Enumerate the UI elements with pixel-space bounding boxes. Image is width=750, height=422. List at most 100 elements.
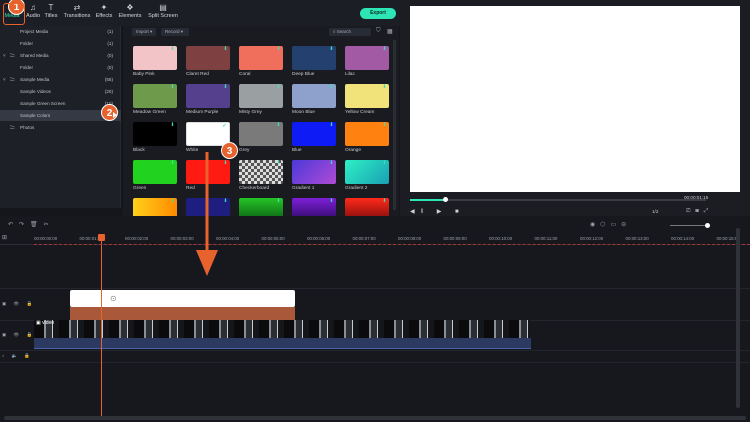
tab-split-screen[interactable]: ▤ Split Screen — [145, 2, 181, 24]
color-tile[interactable]: ⬇ — [345, 84, 389, 108]
color-tile[interactable]: ⬇ — [345, 46, 389, 70]
color-tile-label: Moon Blue — [292, 110, 315, 115]
track-1-controls[interactable]: ▣ 👁 🔒 — [2, 332, 35, 338]
color-tile[interactable]: ⬇ — [345, 160, 389, 184]
zoom-slider-handle[interactable] — [705, 223, 710, 228]
download-icon[interactable]: ⬇ — [276, 161, 281, 166]
download-icon[interactable]: ⬇ — [223, 161, 228, 166]
import-dropdown[interactable]: Import ▾ — [132, 28, 156, 36]
playhead-handle[interactable] — [98, 234, 105, 241]
download-icon[interactable]: ⬇ — [329, 85, 334, 90]
ruler-tick-label: 00:00:08:00 — [398, 236, 422, 241]
download-icon[interactable]: ⬇ — [170, 47, 175, 52]
tree-item[interactable]: 🗀 Photos — [0, 122, 121, 133]
color-tile[interactable]: ⬇ — [292, 160, 336, 184]
video-clip[interactable]: ▣ video — [34, 320, 531, 338]
tab-transitions[interactable]: ⇄ Transitions — [62, 2, 92, 24]
download-icon[interactable]: ⬇ — [170, 85, 175, 90]
preview-screen — [410, 6, 740, 192]
drag-arrow — [196, 152, 218, 276]
timeline-playhead[interactable] — [101, 234, 102, 418]
color-tile[interactable]: ⬇ — [239, 160, 283, 184]
zoom-slider[interactable] — [670, 225, 710, 226]
tree-item-label: Sample Colors — [20, 113, 51, 118]
tree-item[interactable]: Project Media (1) — [0, 26, 121, 37]
quality-select[interactable]: 1/2 — [652, 209, 658, 214]
timeline-toolbar-icons[interactable]: ↶↷🗑✂ — [8, 221, 55, 228]
filter-icon[interactable]: ⛉ — [376, 28, 381, 35]
chevron-down-icon[interactable]: ˅ — [3, 50, 6, 61]
download-icon[interactable]: ⬇ — [276, 85, 281, 90]
download-icon[interactable]: ⬇ — [170, 199, 175, 204]
download-icon[interactable]: ⬇ — [382, 123, 387, 128]
ruler-tick-label: 00:00:00:00 — [34, 236, 58, 241]
clip-cursor-icon: ⊙ — [110, 294, 117, 303]
download-icon[interactable]: ⬇ — [223, 85, 228, 90]
preview-playhead[interactable] — [443, 197, 448, 202]
audio-track-controls[interactable]: ♪ 🔈 🔒 — [2, 353, 33, 359]
color-tile[interactable]: ⬇ — [186, 84, 230, 108]
download-icon[interactable]: ⬇ — [223, 199, 228, 204]
tab-effects[interactable]: ✦ Effects — [93, 2, 115, 24]
color-tile[interactable]: ⬇ — [345, 122, 389, 146]
download-icon[interactable]: ⬇ — [329, 161, 334, 166]
color-tile[interactable]: ⬇ — [133, 160, 177, 184]
track-2-controls[interactable]: ▣ 👁 🔒 — [2, 301, 35, 307]
download-icon[interactable]: ⬇ — [382, 85, 387, 90]
white-color-clip[interactable] — [70, 290, 295, 307]
download-icon[interactable]: ⬇ — [329, 199, 334, 204]
record-dropdown[interactable]: Record ▾ — [161, 28, 189, 36]
tree-item[interactable]: Sample Videos (20) — [0, 86, 121, 97]
color-tile[interactable]: ⬇ — [133, 84, 177, 108]
preview-tools-icons[interactable]: ⎚◙⤢ — [686, 208, 713, 215]
expand-arrow-icon[interactable] — [113, 112, 117, 118]
download-icon[interactable]: ⬇ — [170, 161, 175, 166]
color-tile[interactable]: ⬇ — [292, 122, 336, 146]
download-icon[interactable]: ⬇ — [382, 161, 387, 166]
color-tile[interactable]: ⬇ — [292, 84, 336, 108]
color-tile[interactable]: ✔ — [186, 122, 230, 146]
download-icon[interactable]: ⬇ — [170, 123, 175, 128]
playback-controls[interactable]: ◀‖ ▶ ■ — [410, 208, 465, 215]
download-icon[interactable]: ⬇ — [276, 47, 281, 52]
preview-progress-track[interactable] — [410, 199, 706, 201]
color-tile-label: Medium Purple — [186, 110, 219, 115]
chevron-down-icon[interactable]: ˅ — [3, 74, 6, 85]
tab-audio[interactable]: ♫ Audio — [24, 2, 42, 24]
tree-item[interactable]: ˅ 🗀 Sample Media (55) — [0, 74, 121, 85]
export-button[interactable]: Export — [360, 8, 396, 19]
color-tile[interactable]: ⬇ — [186, 46, 230, 70]
download-icon[interactable]: ⬇ — [276, 123, 281, 128]
media-tab-highlight — [3, 3, 25, 25]
timeline-vertical-scrollbar[interactable] — [736, 228, 740, 408]
tab-titles[interactable]: T Titles — [42, 2, 60, 24]
download-icon[interactable]: ⬇ — [382, 47, 387, 52]
timeline-scrollbar[interactable] — [4, 416, 746, 420]
color-tile[interactable]: ⬇ — [133, 122, 177, 146]
color-tile[interactable]: ⬇ — [239, 46, 283, 70]
preview-panel: 00:00:01:15 ◀‖ ▶ ■ 1/2 ⎚◙⤢ — [400, 0, 750, 222]
editor-window: 🗀Media♫AudioTTitles⇄Transitions✦Effects❖… — [0, 0, 750, 422]
timeline-panel: ↶↷🗑✂ ◉⬡▭⊖ ⊞ 00:00:00:00 00:00:01:00 00:00:… — [0, 216, 750, 422]
grid-view-icon[interactable]: ▦ — [387, 28, 393, 35]
tree-item[interactable]: Folder (1) — [0, 38, 121, 49]
grid-scrollbar[interactable] — [393, 40, 396, 210]
audio-track: ♪ 🔈 🔒 — [0, 351, 750, 363]
download-icon[interactable]: ⬇ — [329, 123, 334, 128]
add-track-icon[interactable]: ⊞ — [2, 234, 7, 241]
download-icon[interactable]: ⬇ — [382, 199, 387, 204]
color-tile[interactable]: ⬇ — [239, 122, 283, 146]
download-icon[interactable]: ⬇ — [223, 47, 228, 52]
search-input[interactable]: ⌕ Search — [329, 28, 371, 36]
color-tile[interactable]: ⬇ — [133, 46, 177, 70]
timeline-right-tools[interactable]: ◉⬡▭⊖ — [590, 221, 631, 228]
tree-item[interactable]: Folder (0) — [0, 62, 121, 73]
download-icon[interactable]: ✔ — [222, 124, 227, 129]
tab-elements[interactable]: ❖ Elements — [116, 2, 144, 24]
download-icon[interactable]: ⬇ — [276, 199, 281, 204]
color-tile[interactable]: ⬇ — [292, 46, 336, 70]
download-icon[interactable]: ⬇ — [329, 47, 334, 52]
tab-label: Effects — [95, 13, 113, 19]
color-tile[interactable]: ⬇ — [239, 84, 283, 108]
tree-item[interactable]: ˅ 🗀 Shared Media (0) — [0, 50, 121, 61]
